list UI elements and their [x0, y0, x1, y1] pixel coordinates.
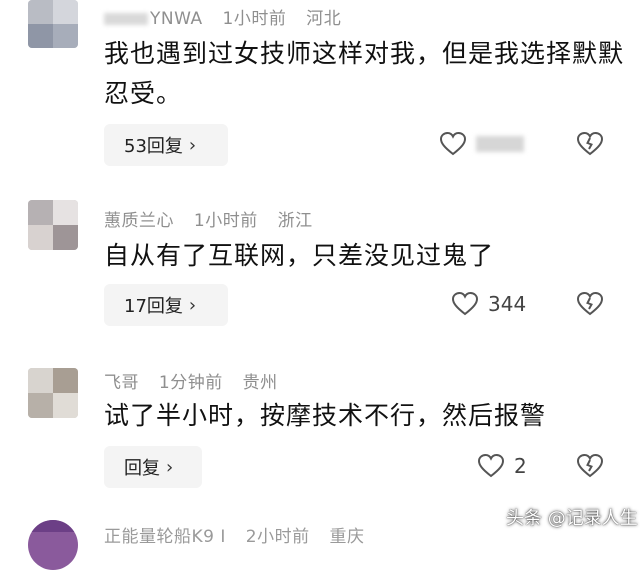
location: 贵州 [242, 373, 278, 393]
like-count-blur [476, 136, 524, 152]
comment-meta: 蕙质兰心 1小时前 浙江 [104, 206, 327, 231]
like-count: 344 [488, 292, 527, 316]
watermark: 头条 @记录人生 [506, 508, 638, 529]
heart-outline-icon [440, 132, 466, 156]
username[interactable]: 蕙质兰心 [104, 211, 174, 231]
timestamp: 1分钟前 [158, 373, 223, 393]
reply-label: 53回复 [124, 136, 183, 157]
broken-heart-icon [576, 453, 604, 478]
comment-meta: 飞哥 1分钟前 贵州 [104, 368, 292, 393]
timestamp: 1小时前 [193, 211, 258, 231]
heart-outline-icon [478, 454, 504, 478]
location: 河北 [306, 9, 342, 29]
location: 浙江 [277, 211, 313, 231]
username-blur [104, 13, 148, 25]
dislike-button[interactable] [576, 291, 604, 320]
comment-text: 我也遇到过女技师这样对我，但是我选择默默忍受。 [104, 39, 625, 108]
comment-text: 自从有了互联网，只差没见过鬼了 [104, 241, 495, 270]
broken-heart-icon [576, 291, 604, 316]
reply-button[interactable]: 17回复 › [104, 284, 228, 326]
avatar[interactable] [28, 200, 78, 250]
timestamp: 2小时前 [245, 527, 310, 547]
avatar[interactable] [28, 520, 78, 570]
like-button[interactable]: 344 [452, 292, 526, 316]
comment-text: 试了半小时，按摩技术不行，然后报警 [104, 401, 547, 430]
like-button[interactable] [440, 132, 524, 156]
dislike-button[interactable] [576, 453, 604, 482]
reply-label: 17回复 [124, 296, 183, 317]
comment-meta: YNWA 1小时前 河北 [104, 4, 355, 29]
reply-label: 回复 [124, 458, 160, 479]
comment-meta: 正能量轮船K9 I 2小时前 重庆 [104, 522, 379, 547]
dislike-button[interactable] [576, 131, 604, 160]
avatar[interactable] [28, 368, 78, 418]
heart-outline-icon [452, 292, 478, 316]
chevron-right-icon: › [188, 134, 197, 156]
reply-button[interactable]: 53回复 › [104, 124, 228, 166]
chevron-right-icon: › [188, 294, 197, 316]
username[interactable]: 飞哥 [104, 373, 139, 393]
reply-button[interactable]: 回复 › [104, 446, 202, 488]
broken-heart-icon [576, 131, 604, 156]
chevron-right-icon: › [166, 456, 174, 478]
timestamp: 1小时前 [222, 9, 287, 29]
username[interactable]: 正能量轮船K9 I [104, 527, 226, 547]
avatar[interactable] [28, 0, 78, 48]
username[interactable]: YNWA [150, 9, 203, 29]
like-count: 2 [514, 454, 527, 478]
location: 重庆 [329, 527, 365, 547]
like-button[interactable]: 2 [478, 454, 527, 478]
